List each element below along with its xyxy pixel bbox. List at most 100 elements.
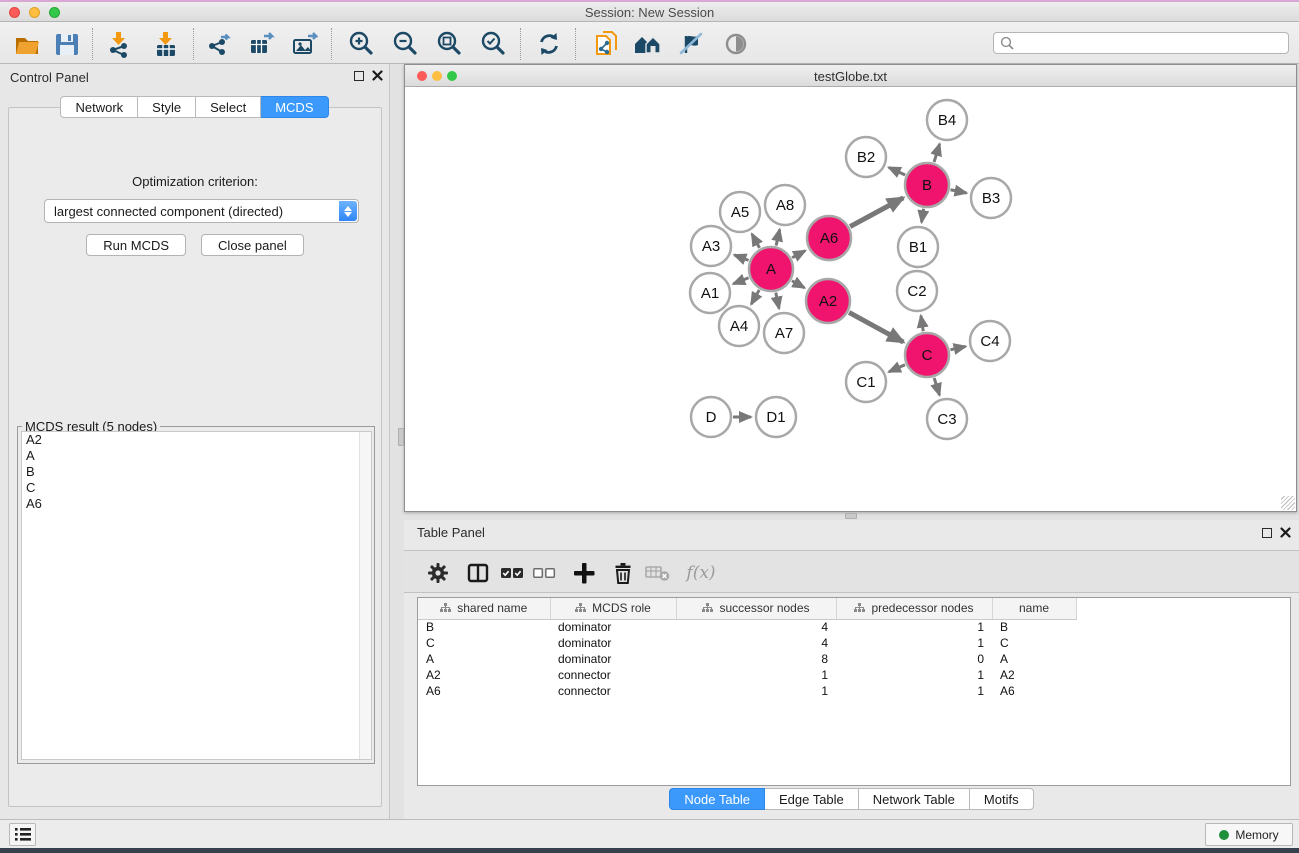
graph-node-D1[interactable]: D1 [756, 397, 796, 437]
tab-network[interactable]: Network [60, 96, 138, 118]
show-graphics-details-icon[interactable] [721, 29, 751, 59]
graph-edge-A2-C[interactable] [849, 312, 903, 342]
result-item[interactable]: C [22, 480, 371, 496]
cell-name[interactable]: A [992, 651, 1076, 667]
network-window-titlebar[interactable]: testGlobe.txt [405, 65, 1296, 87]
table-row[interactable]: A2connector11A2 [418, 667, 1291, 683]
column-header-predecessor-nodes[interactable]: predecessor nodes [836, 598, 992, 619]
new-network-from-selection-icon[interactable] [592, 29, 622, 59]
tab-style[interactable]: Style [138, 96, 196, 118]
hide-annotations-icon[interactable] [676, 29, 706, 59]
graph-node-C2[interactable]: C2 [897, 271, 937, 311]
cell-shared-name[interactable]: B [418, 619, 550, 635]
graph-edge-C-C2[interactable] [921, 316, 923, 332]
graph-node-A3[interactable]: A3 [691, 226, 731, 266]
cell-shared-name[interactable]: A [418, 651, 550, 667]
graph-edge-A-A5[interactable] [752, 234, 760, 248]
column-header-successor-nodes[interactable]: successor nodes [676, 598, 836, 619]
cell-name[interactable]: C [992, 635, 1076, 651]
export-image-icon[interactable] [289, 29, 319, 59]
table-row[interactable]: Adominator80A [418, 651, 1291, 667]
tab-motifs[interactable]: Motifs [970, 788, 1034, 810]
cell-mcds-role[interactable]: dominator [550, 619, 676, 635]
result-item[interactable]: A6 [22, 496, 371, 512]
cell-predecessor-nodes[interactable]: 1 [836, 635, 992, 651]
tab-network-table[interactable]: Network Table [859, 788, 970, 810]
graph-edge-C-C3[interactable] [934, 378, 939, 395]
float-table-panel-icon[interactable] [1262, 528, 1272, 538]
graph-node-B3[interactable]: B3 [971, 178, 1011, 218]
graph-node-A2[interactable]: A2 [806, 279, 850, 323]
tab-edge-table[interactable]: Edge Table [765, 788, 859, 810]
graph-node-D[interactable]: D [691, 397, 731, 437]
column-header-shared-name[interactable]: shared name [418, 598, 550, 619]
close-panel-icon[interactable] [372, 70, 383, 81]
column-header-mcds-role[interactable]: MCDS role [550, 598, 676, 619]
tab-select[interactable]: Select [196, 96, 261, 118]
cell-shared-name[interactable]: A6 [418, 683, 550, 699]
zoom-selected-icon[interactable] [478, 29, 508, 59]
export-table-icon[interactable] [246, 29, 276, 59]
cell-predecessor-nodes[interactable]: 1 [836, 683, 992, 699]
graph-edge-A-A4[interactable] [751, 290, 759, 304]
window-resize-grip[interactable] [1281, 496, 1295, 510]
cell-successor-nodes[interactable]: 4 [676, 619, 836, 635]
graph-node-A7[interactable]: A7 [764, 313, 804, 353]
graph-node-B2[interactable]: B2 [846, 137, 886, 177]
cell-name[interactable]: A6 [992, 683, 1076, 699]
zoom-in-icon[interactable] [346, 29, 376, 59]
vertical-scroll-thumb[interactable] [398, 428, 404, 446]
cell-successor-nodes[interactable]: 4 [676, 635, 836, 651]
zoom-fit-icon[interactable] [434, 29, 464, 59]
cell-successor-nodes[interactable]: 8 [676, 651, 836, 667]
cell-name[interactable]: B [992, 619, 1076, 635]
save-session-icon[interactable] [52, 29, 82, 59]
graph-node-C3[interactable]: C3 [927, 399, 967, 439]
graph-edge-C-C4[interactable] [950, 346, 965, 349]
run-mcds-button[interactable]: Run MCDS [86, 234, 186, 256]
task-history-button[interactable] [9, 823, 36, 846]
table-options-gear-icon[interactable] [424, 559, 452, 587]
graph-edge-C-C1[interactable] [889, 365, 905, 372]
graph-edge-A-A2[interactable] [792, 281, 805, 288]
delete-column-trash-icon[interactable] [609, 559, 637, 587]
result-item[interactable]: A2 [22, 432, 371, 448]
graph-node-A4[interactable]: A4 [719, 306, 759, 346]
graph-edge-A-A3[interactable] [734, 255, 748, 260]
tab-node-table[interactable]: Node Table [669, 788, 765, 810]
table-row[interactable]: Bdominator41B [418, 619, 1291, 635]
tab-mcds[interactable]: MCDS [261, 96, 328, 118]
cell-mcds-role[interactable]: connector [550, 667, 676, 683]
close-table-panel-icon[interactable] [1280, 527, 1291, 538]
network-canvas[interactable]: B4B2BB3A8A5A6A3B1AC2A1A2A4A7C4CC1DD1C3 [405, 87, 1296, 511]
graph-node-B[interactable]: B [905, 163, 949, 207]
refresh-icon[interactable] [534, 29, 564, 59]
graph-node-B1[interactable]: B1 [898, 227, 938, 267]
search-input[interactable] [1020, 36, 1288, 50]
horizontal-scroll-thumb[interactable] [845, 513, 857, 519]
open-file-icon[interactable] [12, 29, 42, 59]
column-header-name[interactable]: name [992, 598, 1076, 619]
cell-predecessor-nodes[interactable]: 1 [836, 619, 992, 635]
search-box[interactable] [993, 32, 1289, 54]
table-row[interactable]: Cdominator41C [418, 635, 1291, 651]
cell-name[interactable]: A2 [992, 667, 1076, 683]
import-network-icon[interactable] [104, 29, 134, 59]
graph-edge-A-A8[interactable] [776, 229, 780, 245]
cell-mcds-role[interactable]: dominator [550, 651, 676, 667]
result-item[interactable]: B [22, 464, 371, 480]
graph-edge-A-A6[interactable] [792, 251, 805, 258]
cell-successor-nodes[interactable]: 1 [676, 683, 836, 699]
show-columns-icon[interactable] [464, 559, 492, 587]
graph-node-A1[interactable]: A1 [690, 273, 730, 313]
optimization-criterion-dropdown[interactable]: largest connected component (directed) [44, 199, 359, 223]
graph-node-C1[interactable]: C1 [846, 362, 886, 402]
graph-node-A[interactable]: A [749, 247, 793, 291]
deselect-all-checkboxes-icon[interactable] [530, 559, 558, 587]
graph-edge-A-A1[interactable] [733, 278, 748, 284]
table-row[interactable]: A6connector11A6 [418, 683, 1291, 699]
cell-mcds-role[interactable]: dominator [550, 635, 676, 651]
graph-node-A6[interactable]: A6 [807, 216, 851, 260]
float-panel-icon[interactable] [354, 71, 364, 81]
graph-edge-A6-B[interactable] [850, 198, 903, 227]
